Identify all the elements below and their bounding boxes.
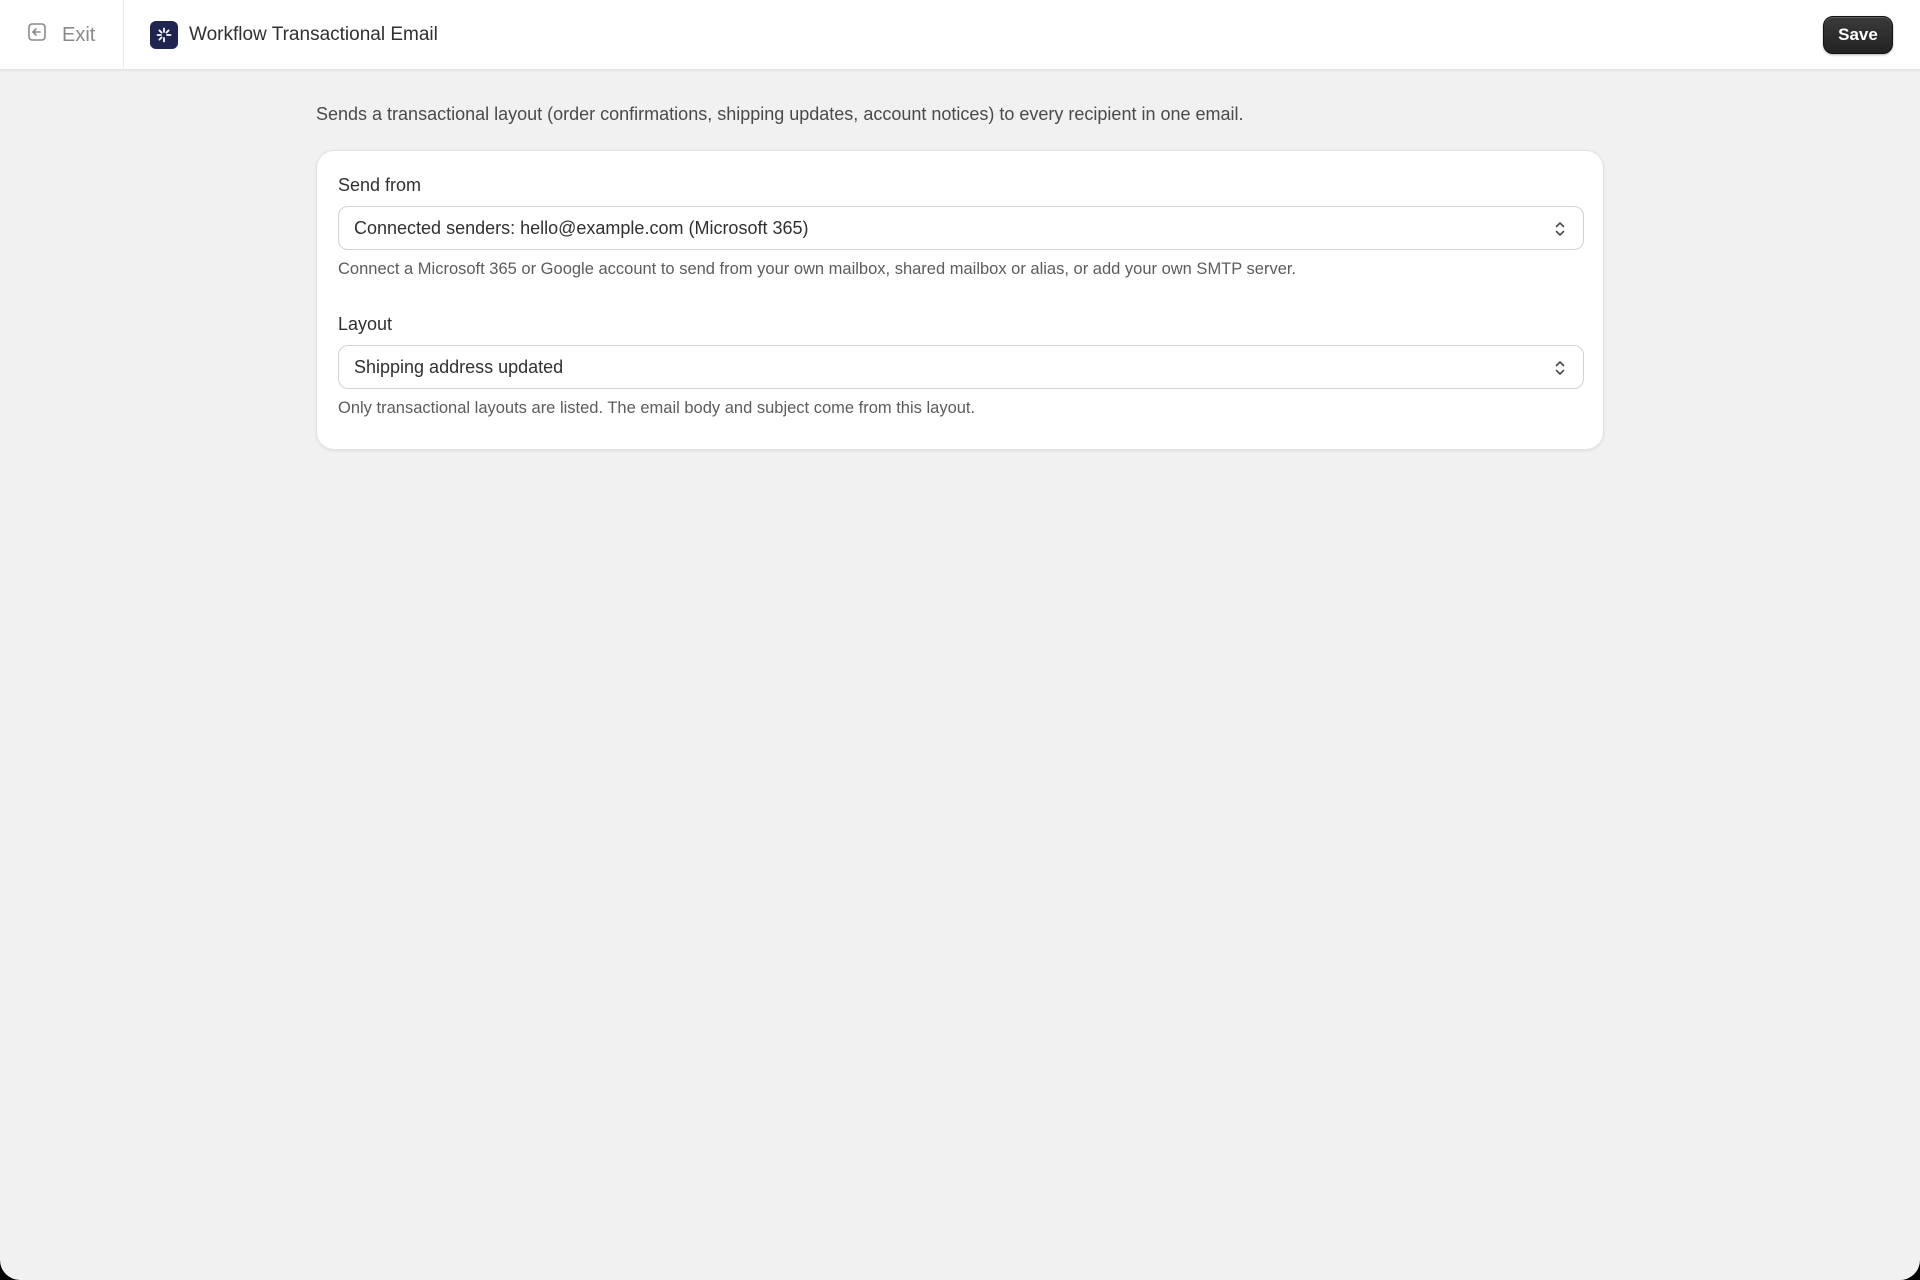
exit-icon [26,21,48,49]
top-bar: Exit Workflow Transactional Email Save [0,0,1920,70]
layout-label: Layout [338,314,393,334]
layout-help: Only transactional layouts are listed. T… [338,399,976,417]
title-group: Workflow Transactional Email [150,20,438,50]
exit-button[interactable]: Exit [26,17,95,53]
chevron-up-down-icon [1555,361,1565,375]
send-from-help: Connect a Microsoft 365 or Google accoun… [338,260,1297,278]
settings-card: Send from Connected senders: hello@examp… [316,150,1604,450]
workflow-app-icon [150,21,178,49]
layout-select[interactable]: Shipping address updated [338,345,1584,389]
send-from-select[interactable]: Connected senders: hello@example.com (Mi… [338,206,1584,250]
app-window: Exit Workflow Transactional Email Save S… [0,0,1920,1280]
topbar-divider [123,0,124,70]
chevron-up-down-icon [1555,222,1565,236]
exit-label: Exit [62,23,96,46]
save-button[interactable]: Save [1823,16,1893,54]
page-title: Workflow Transactional Email [189,24,438,45]
layout-value: Shipping address updated [354,356,564,377]
page-description: Sends a transactional layout (order conf… [316,104,1244,124]
send-from-value: Connected senders: hello@example.com (Mi… [354,217,809,238]
send-from-label: Send from [338,175,422,195]
